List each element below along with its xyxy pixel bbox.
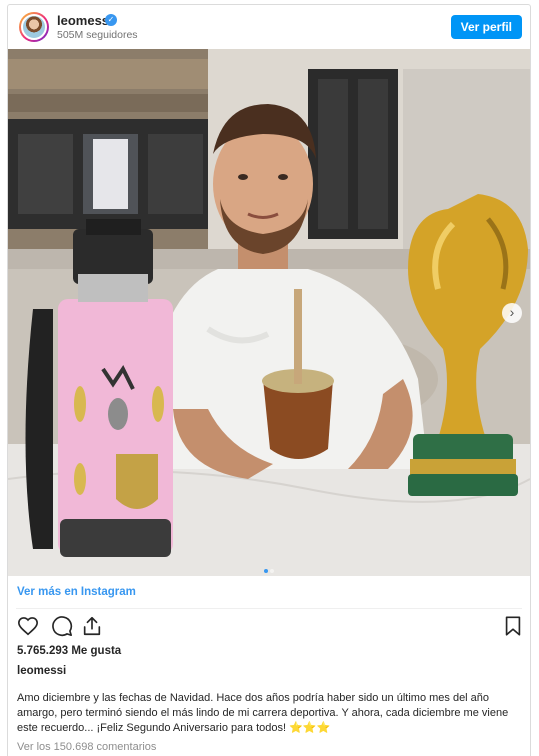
heart-icon[interactable] (17, 615, 39, 637)
share-icon[interactable] (81, 615, 103, 637)
follower-count: 505M seguidores (57, 29, 138, 41)
bookmark-icon[interactable] (502, 615, 524, 637)
avatar[interactable] (19, 12, 49, 42)
view-comments-link[interactable]: Ver los 150.698 comentarios (17, 741, 156, 753)
post-photo[interactable]: › (8, 49, 530, 576)
post-header: leomessi ✓ 505M seguidores Ver perfil (8, 5, 530, 49)
carousel-next-button[interactable]: › (502, 303, 522, 323)
caption-text: Amo diciembre y las fechas de Navidad. H… (17, 692, 509, 734)
carousel-dot-active (264, 569, 268, 573)
carousel-dots (263, 560, 275, 573)
action-bar (16, 615, 524, 641)
carousel-dot (270, 569, 274, 573)
like-count[interactable]: 5.765.293 Me gusta (17, 645, 121, 657)
comment-icon[interactable] (51, 615, 73, 637)
verified-badge-icon: ✓ (105, 14, 117, 26)
view-more-on-instagram-link[interactable]: Ver más en Instagram (17, 586, 136, 598)
view-profile-button[interactable]: Ver perfil (450, 15, 522, 39)
caption-username[interactable]: leomessi (17, 665, 66, 677)
instagram-embed-card: leomessi ✓ 505M seguidores Ver perfil › … (7, 4, 531, 756)
post-photo-image (8, 49, 530, 576)
divider (16, 608, 522, 609)
